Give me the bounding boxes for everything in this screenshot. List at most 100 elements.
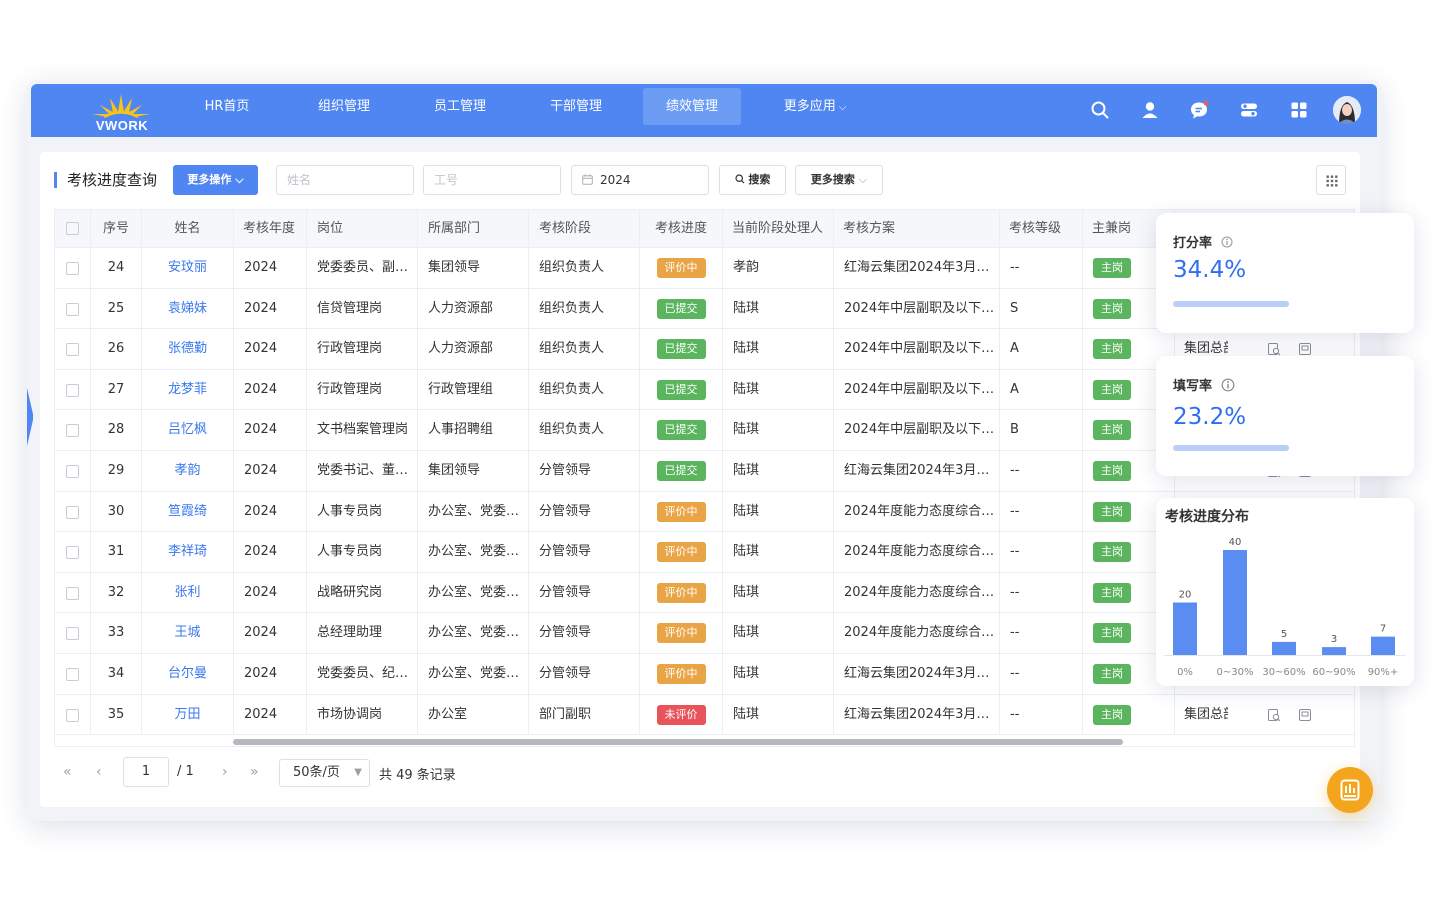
row-checkbox[interactable]: [66, 383, 79, 397]
handler-cell: 陆琪: [723, 329, 834, 369]
employee-name-link[interactable]: 安玟丽: [142, 248, 234, 288]
row-checkbox[interactable]: [66, 668, 79, 681]
floating-assistant-button[interactable]: [1327, 767, 1373, 813]
view-detail-icon[interactable]: [1267, 342, 1281, 356]
page-number-input[interactable]: 1: [123, 757, 169, 787]
nav-hr-home[interactable]: HR首页: [191, 88, 263, 125]
main-post-badge: 主岗: [1093, 664, 1131, 684]
data-label: 3: [1331, 634, 1337, 645]
column-header[interactable]: 岗位: [307, 210, 418, 247]
employee-name-link[interactable]: 万田: [142, 694, 234, 735]
row-checkbox[interactable]: [66, 262, 79, 275]
progress-distribution-card: 考核进度分布 20 0% 40 0~30% 5 30~60% 3 60~90% 7 90%+: [1156, 498, 1414, 686]
department-cell: 行政管理组: [418, 369, 529, 410]
row-checkbox[interactable]: [66, 465, 79, 478]
checkbox-cell: [55, 288, 91, 329]
main-post-badge: 主岗: [1093, 501, 1131, 522]
stage-cell: 组织负责人: [529, 369, 640, 410]
row-checkbox[interactable]: [66, 424, 79, 438]
department-cell: 人事招聘组: [418, 410, 529, 450]
department-cell: 人力资源部: [418, 288, 529, 329]
horizontal-scrollbar[interactable]: [233, 739, 1123, 745]
plan-cell: 2024年中层副职及以下考核方案: [834, 288, 1000, 329]
employee-name-link[interactable]: 李祥琦: [142, 532, 234, 572]
row-number: 34: [91, 654, 142, 694]
year-picker[interactable]: 2024: [571, 165, 709, 195]
column-header[interactable]: 姓名: [142, 210, 234, 247]
employee-name-link[interactable]: 龙梦菲: [142, 369, 234, 410]
column-header[interactable]: 考核年度: [234, 210, 307, 247]
handler-cell: 陆琪: [723, 654, 834, 694]
employee-name-link[interactable]: 吕忆枫: [142, 410, 234, 450]
select-all-checkbox[interactable]: [66, 222, 79, 235]
employee-name-link[interactable]: 袁娣妹: [142, 288, 234, 329]
employee-name-link[interactable]: 笪霞绮: [142, 491, 234, 532]
grade-cell: S: [1000, 288, 1083, 329]
employee-name-link[interactable]: 张利: [142, 572, 234, 613]
info-icon[interactable]: [1221, 236, 1233, 248]
employee-name-link[interactable]: 孝韵: [142, 451, 234, 491]
main-post-badge: 主岗: [1093, 623, 1131, 644]
progress-cell: 评价中: [640, 491, 723, 532]
search-button[interactable]: 搜索: [719, 165, 786, 195]
last-page-icon[interactable]: »: [250, 764, 259, 780]
header-checkbox-cell: [55, 210, 91, 247]
checkbox-cell: [55, 654, 91, 694]
search-icon[interactable]: [1090, 100, 1110, 120]
column-header[interactable]: 考核进度: [640, 210, 723, 247]
column-header[interactable]: 序号: [91, 210, 142, 247]
stage-cell: 部门副职: [529, 694, 640, 735]
nav-cadre[interactable]: 干部管理: [535, 88, 617, 125]
view-detail-icon[interactable]: [1267, 708, 1281, 722]
edit-icon[interactable]: [1298, 342, 1312, 356]
first-page-icon[interactable]: «: [63, 764, 72, 780]
score-rate-card: 打分率 34.4%: [1156, 213, 1414, 333]
row-checkbox[interactable]: [66, 546, 79, 560]
employee-id-input[interactable]: 工号: [423, 165, 561, 195]
handler-cell: 陆琪: [723, 369, 834, 410]
prev-page-icon[interactable]: ‹: [96, 764, 102, 780]
department-cell: 办公室、党委办公室: [418, 532, 529, 572]
expand-sidebar-tab[interactable]: [27, 388, 35, 446]
nav-org[interactable]: 组织管理: [303, 88, 385, 125]
employee-name-link[interactable]: 王城: [142, 613, 234, 653]
info-icon[interactable]: [1221, 378, 1235, 392]
apps-grid-icon[interactable]: [1289, 100, 1309, 120]
name-search-input[interactable]: 姓名: [276, 165, 414, 195]
button-label: 更多操作: [187, 173, 232, 186]
more-search-button[interactable]: 更多搜索 ⌵: [795, 165, 883, 195]
row-checkbox[interactable]: [66, 627, 79, 641]
grade-cell: --: [1000, 248, 1083, 288]
edit-icon[interactable]: [1298, 708, 1312, 722]
row-checkbox[interactable]: [66, 505, 79, 519]
more-operations-button[interactable]: 更多操作 ⌵: [173, 165, 258, 195]
card-title: 打分率: [1173, 232, 1233, 251]
column-header[interactable]: 所属部门: [418, 210, 529, 247]
user-icon[interactable]: [1140, 100, 1160, 120]
nav-employee[interactable]: 员工管理: [419, 88, 501, 125]
nav-more-apps[interactable]: 更多应用 ⌵: [767, 88, 863, 125]
row-checkbox[interactable]: [66, 586, 79, 600]
column-header[interactable]: 考核阶段: [529, 210, 640, 247]
department-cell: 人力资源部: [418, 329, 529, 369]
column-settings-button[interactable]: [1316, 165, 1346, 195]
nav-performance[interactable]: 绩效管理: [643, 88, 741, 125]
post-cell: 党委委员、副总经理: [307, 248, 418, 288]
employee-name-link[interactable]: 张德勤: [142, 329, 234, 369]
next-page-icon[interactable]: ›: [222, 764, 228, 780]
stage-cell: 分管领导: [529, 613, 640, 653]
avatar[interactable]: [1333, 96, 1361, 124]
employee-name-link[interactable]: 台尔曼: [142, 654, 234, 694]
department-cell: 集团领导: [418, 451, 529, 491]
row-checkbox[interactable]: [66, 708, 79, 722]
row-checkbox[interactable]: [66, 302, 79, 316]
page-size-select[interactable]: 50条/页 ▼: [279, 759, 370, 787]
column-header[interactable]: 考核方案: [834, 210, 1000, 247]
message-icon[interactable]: [1189, 100, 1209, 120]
column-header[interactable]: 考核等级: [1000, 210, 1083, 247]
department-cell: 集团领导: [418, 248, 529, 288]
row-checkbox[interactable]: [66, 343, 79, 357]
toggle-icon[interactable]: [1239, 100, 1259, 120]
column-header[interactable]: 当前阶段处理人: [723, 210, 834, 247]
table-row[interactable]: 35万田2024市场协调岗办公室部门副职未评价陆琪红海云集团2024年3月考核方…: [55, 694, 1354, 736]
